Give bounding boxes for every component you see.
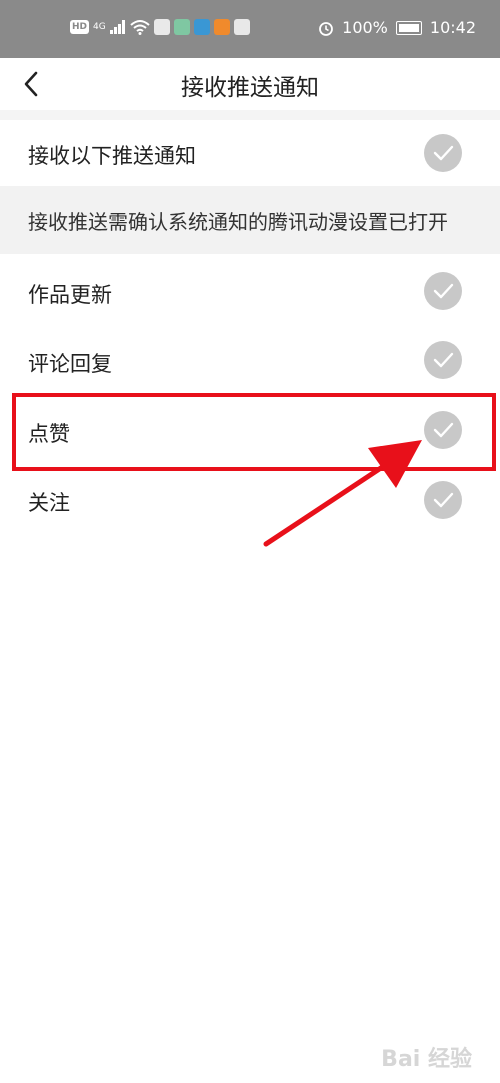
toggle-label: 作品更新 (28, 283, 112, 307)
status-right: 100% 10:42 (318, 18, 476, 37)
watermark: Bai 经验 (381, 1047, 472, 1072)
clock: 10:42 (429, 18, 476, 37)
annotation-arrow-icon (263, 440, 422, 547)
battery-percent: 100% (342, 18, 388, 37)
toggle-row-comment-reply[interactable]: 评论回复 (0, 326, 500, 396)
page-title: 接收推送通知 (181, 75, 319, 101)
alarm-icon (319, 21, 334, 36)
app-notification-icon (213, 19, 230, 35)
notice-text: 接收推送需确认系统通知的腾讯动漫设置已打开 (28, 210, 448, 234)
app-notification-icon (153, 19, 170, 35)
toggle-label: 评论回复 (28, 352, 112, 376)
hd-indicator: HD (70, 20, 90, 34)
wifi-icon (130, 20, 150, 35)
toggle-row-work-update[interactable]: 作品更新 (0, 256, 500, 326)
status-left: HD 4G (70, 19, 250, 35)
battery-icon (395, 20, 422, 35)
toggle-check[interactable] (424, 341, 462, 379)
master-toggle-label: 接收以下推送通知 (28, 144, 196, 168)
signal-icon (109, 20, 125, 34)
navigation-header: 接收推送通知 (0, 58, 500, 110)
master-toggle-row[interactable]: 接收以下推送通知 (0, 120, 500, 186)
app-notification-icon (173, 19, 190, 35)
notice-banner: 接收推送需确认系统通知的腾讯动漫设置已打开 (0, 186, 500, 254)
app-notification-icon (193, 19, 210, 35)
check-icon (433, 145, 454, 161)
section-divider (0, 110, 500, 120)
master-toggle-check[interactable] (424, 134, 462, 172)
network-type: 4G (93, 22, 106, 32)
app-notification-icon (233, 19, 250, 35)
toggle-check[interactable] (424, 272, 462, 310)
status-bar: HD 4G 100% 10:42 (0, 0, 500, 58)
check-icon (433, 283, 454, 299)
toggle-label: 关注 (28, 491, 70, 515)
check-icon (433, 352, 454, 368)
